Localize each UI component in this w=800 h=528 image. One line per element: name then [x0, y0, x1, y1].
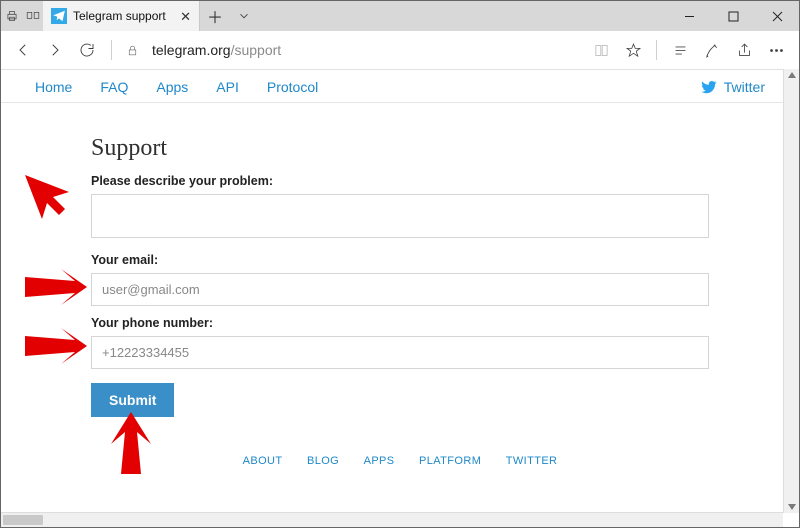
problem-textarea[interactable] [91, 194, 709, 238]
tab-actions-icon[interactable] [230, 1, 258, 31]
footer-blog[interactable]: BLOG [307, 455, 339, 467]
footer-links: ABOUT BLOG APPS PLATFORM TWITTER [91, 451, 709, 469]
notes-icon[interactable] [697, 35, 727, 65]
reading-view-icon[interactable] [586, 35, 616, 65]
nav-twitter[interactable]: Twitter [700, 78, 765, 96]
tab-title: Telegram support [73, 9, 174, 23]
nav-protocol[interactable]: Protocol [267, 79, 318, 95]
divider [1, 102, 799, 103]
favorite-icon[interactable] [618, 35, 648, 65]
refresh-button[interactable] [73, 35, 101, 65]
footer-platform[interactable]: PLATFORM [419, 455, 481, 467]
hub-icon[interactable] [665, 35, 695, 65]
email-input[interactable] [91, 273, 709, 306]
footer-twitter[interactable]: TWITTER [506, 455, 558, 467]
horizontal-scrollbar[interactable] [1, 512, 783, 527]
window-close-button[interactable] [755, 1, 799, 31]
phone-label: Your phone number: [91, 316, 709, 330]
new-tab-button[interactable]: ＋ [200, 1, 230, 31]
problem-label: Please describe your problem: [91, 174, 709, 188]
email-label: Your email: [91, 253, 709, 267]
more-icon[interactable] [761, 35, 791, 65]
nav-twitter-label: Twitter [724, 79, 765, 95]
separator [111, 40, 112, 60]
nav-home[interactable]: Home [35, 79, 72, 95]
nav-faq[interactable]: FAQ [100, 79, 128, 95]
print-icon[interactable] [1, 1, 22, 31]
nav-apps[interactable]: Apps [156, 79, 188, 95]
page-title: Support [91, 135, 709, 162]
page-viewport: Home FAQ Apps API Protocol Twitter Suppo… [1, 70, 799, 527]
browser-tab[interactable]: Telegram support ✕ [43, 1, 200, 31]
footer-apps[interactable]: APPS [364, 455, 395, 467]
separator [656, 40, 657, 60]
window-maximize-button[interactable] [711, 1, 755, 31]
site-top-nav: Home FAQ Apps API Protocol Twitter [1, 70, 799, 102]
lock-icon [122, 44, 142, 57]
window-minimize-button[interactable] [667, 1, 711, 31]
nav-api[interactable]: API [216, 79, 239, 95]
pin-icon[interactable] [22, 1, 43, 31]
address-bar: telegram.org/support [1, 31, 799, 70]
url-display[interactable]: telegram.org/support [146, 42, 582, 58]
vertical-scrollbar[interactable] [783, 69, 799, 513]
back-button[interactable] [9, 35, 37, 65]
tab-close-icon[interactable]: ✕ [180, 10, 191, 23]
submit-button[interactable]: Submit [91, 383, 174, 417]
url-path: /support [231, 42, 282, 58]
window-titlebar: Telegram support ✕ ＋ [1, 1, 799, 31]
forward-button[interactable] [41, 35, 69, 65]
footer-about[interactable]: ABOUT [243, 455, 283, 467]
url-host: telegram.org [152, 42, 231, 58]
share-icon[interactable] [729, 35, 759, 65]
twitter-icon [700, 78, 718, 96]
phone-input[interactable] [91, 336, 709, 369]
telegram-favicon [51, 8, 67, 24]
